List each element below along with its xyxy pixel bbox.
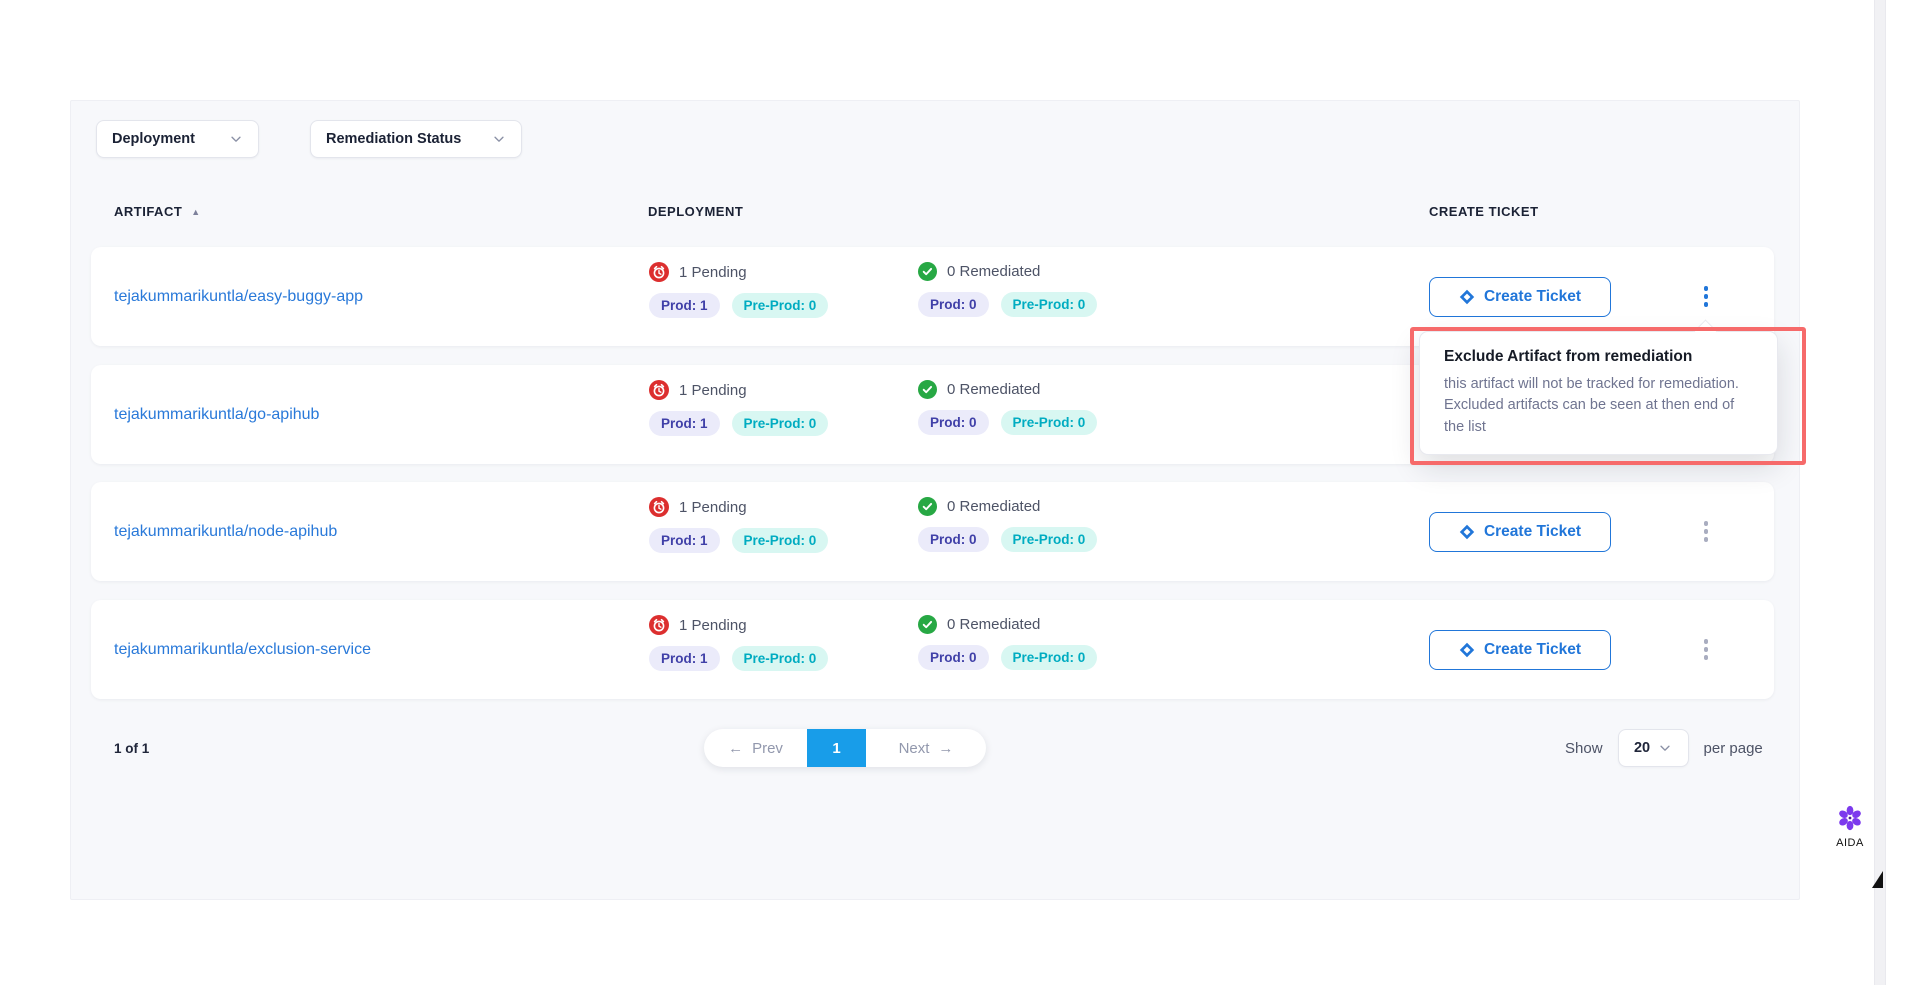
remediated-count-label: 0 Remediated [947,616,1040,633]
show-label: Show [1565,740,1603,757]
chevron-down-icon [492,132,506,146]
exclude-artifact-tooltip: Exclude Artifact from remediation this a… [1419,331,1778,455]
right-arrow-icon: → [938,740,953,757]
pending-count-label: 1 Pending [679,499,747,516]
remediated-count-label: 0 Remediated [947,381,1040,398]
prod-badge: Prod: 0 [918,292,989,317]
page-count-summary: 1 of 1 [114,741,149,756]
prev-page-button[interactable]: ← Prev [704,729,807,767]
per-page-label: per page [1704,740,1763,757]
check-circle-icon [918,615,937,634]
preprod-badge: Pre-Prod: 0 [1001,527,1098,552]
remediated-count-label: 0 Remediated [947,263,1040,280]
page-size-select[interactable]: 20 [1618,729,1689,767]
create-ticket-header-label: CREATE TICKET [1429,204,1539,219]
preprod-badge: Pre-Prod: 0 [1001,292,1098,317]
artifact-link[interactable]: tejakummarikuntla/easy-buggy-app [114,288,363,306]
pending-group: 1 Pending Prod: 1 Pre-Prod: 0 [649,615,828,671]
prod-badge: Prod: 1 [649,646,720,671]
stopwatch-icon [649,615,669,635]
prod-badge: Prod: 1 [649,528,720,553]
pending-count-label: 1 Pending [679,382,747,399]
create-ticket-button[interactable]: Create Ticket [1429,630,1611,670]
stopwatch-icon [649,380,669,400]
remediated-group: 0 Remediated Prod: 0 Pre-Prod: 0 [918,615,1097,670]
scrollbar-track[interactable] [1874,0,1886,985]
remediated-group: 0 Remediated Prod: 0 Pre-Prod: 0 [918,497,1097,552]
sort-ascending-icon[interactable]: ▲ [191,207,200,217]
page-size-control: Show 20 per page [1565,729,1763,767]
chevron-down-icon [1658,741,1672,755]
diamond-ticket-icon [1459,642,1475,658]
create-ticket-label: Create Ticket [1484,641,1581,659]
preprod-badge: Pre-Prod: 0 [732,293,829,318]
pending-count-label: 1 Pending [679,617,747,634]
aida-logo-label: AIDA [1836,837,1864,849]
prev-label: Prev [752,740,783,757]
current-page-button[interactable]: 1 [807,729,866,767]
prod-badge: Prod: 1 [649,411,720,436]
create-ticket-label: Create Ticket [1484,523,1581,541]
artifact-link[interactable]: tejakummarikuntla/go-apihub [114,406,319,424]
remediation-status-filter-label: Remediation Status [326,131,461,147]
next-label: Next [899,740,930,757]
deployment-filter-dropdown[interactable]: Deployment [96,120,259,158]
deployment-header-label: DEPLOYMENT [648,204,743,219]
remediated-group: 0 Remediated Prod: 0 Pre-Prod: 0 [918,262,1097,317]
prod-badge: Prod: 0 [918,410,989,435]
table-row: tejakummarikuntla/exclusion-service 1 Pe… [91,600,1774,699]
kebab-menu-icon[interactable] [1691,280,1721,314]
preprod-badge: Pre-Prod: 0 [732,411,829,436]
chevron-down-icon [229,132,243,146]
preprod-badge: Pre-Prod: 0 [732,646,829,671]
column-header-deployment: DEPLOYMENT [648,204,743,219]
create-ticket-label: Create Ticket [1484,288,1581,306]
deployment-filter-label: Deployment [112,131,195,147]
diamond-ticket-icon [1459,524,1475,540]
remediation-status-filter-dropdown[interactable]: Remediation Status [310,120,522,158]
remediated-count-label: 0 Remediated [947,498,1040,515]
prod-badge: Prod: 0 [918,645,989,670]
check-circle-icon [918,380,937,399]
prod-badge: Prod: 0 [918,527,989,552]
table-row: tejakummarikuntla/node-apihub 1 Pending … [91,482,1774,581]
preprod-badge: Pre-Prod: 0 [1001,645,1098,670]
artifact-link[interactable]: tejakummarikuntla/exclusion-service [114,641,371,659]
remediated-group: 0 Remediated Prod: 0 Pre-Prod: 0 [918,380,1097,435]
remediation-panel: Deployment Remediation Status ARTIFACT ▲… [70,100,1800,900]
kebab-menu-icon[interactable] [1691,515,1721,549]
pagination-pill: ← Prev 1 Next → [704,729,986,767]
pending-group: 1 Pending Prod: 1 Pre-Prod: 0 [649,497,828,553]
tooltip-title: Exclude Artifact from remediation [1444,348,1753,366]
stopwatch-icon [649,497,669,517]
pending-group: 1 Pending Prod: 1 Pre-Prod: 0 [649,262,828,318]
column-header-artifact[interactable]: ARTIFACT ▲ [114,204,201,219]
check-circle-icon [918,497,937,516]
pending-count-label: 1 Pending [679,264,747,281]
purple-flower-icon [1836,804,1864,832]
preprod-badge: Pre-Prod: 0 [1001,410,1098,435]
diamond-ticket-icon [1459,289,1475,305]
kebab-menu-icon[interactable] [1691,633,1721,667]
column-header-create-ticket: CREATE TICKET [1429,204,1539,219]
prod-badge: Prod: 1 [649,293,720,318]
page-size-value: 20 [1634,740,1650,756]
left-arrow-icon: ← [728,740,743,757]
next-page-button[interactable]: Next → [866,729,986,767]
create-ticket-button[interactable]: Create Ticket [1429,277,1611,317]
create-ticket-button[interactable]: Create Ticket [1429,512,1611,552]
pending-group: 1 Pending Prod: 1 Pre-Prod: 0 [649,380,828,436]
preprod-badge: Pre-Prod: 0 [732,528,829,553]
artifact-header-label: ARTIFACT [114,204,182,219]
artifact-link[interactable]: tejakummarikuntla/node-apihub [114,523,337,541]
tooltip-body: this artifact will not be tracked for re… [1444,374,1751,438]
stopwatch-icon [649,262,669,282]
check-circle-icon [918,262,937,281]
aida-logo[interactable]: AIDA [1827,804,1873,849]
